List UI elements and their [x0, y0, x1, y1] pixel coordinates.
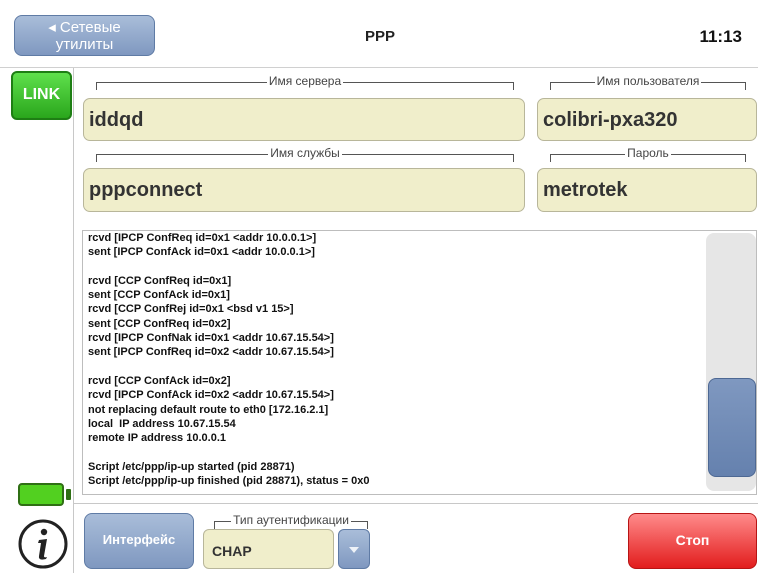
log-line: sent [CCP ConfAck id=0x1]	[88, 289, 230, 302]
log-line: sent [IPCP ConfReq id=0x2 <addr 10.67.15…	[88, 346, 334, 359]
back-button[interactable]: ◂ Сетевые утилиты	[14, 15, 155, 56]
service-name-label-frame: Имя службы	[96, 146, 514, 162]
server-name-label: Имя сервера	[266, 74, 344, 88]
log-line: rcvd [IPCP ConfReq id=0x1 <addr 10.0.0.1…	[88, 232, 317, 244]
service-name-input[interactable]: pppconnect	[83, 168, 525, 212]
auth-type-label: Тип аутентификации	[231, 513, 351, 527]
interface-button[interactable]: Интерфейс	[84, 513, 194, 569]
battery-icon	[18, 483, 64, 506]
auth-type-select[interactable]: CHAP	[203, 529, 334, 569]
user-name-label-frame: Имя пользователя	[550, 74, 746, 90]
password-label: Пароль	[625, 146, 671, 160]
log-line: Script /etc/ppp/ip-up finished (pid 2887…	[88, 475, 370, 488]
service-name-label: Имя службы	[268, 146, 342, 160]
log-scrollbar-thumb[interactable]	[708, 378, 756, 477]
stop-button[interactable]: Стоп	[628, 513, 757, 569]
log-lines: rcvd [IPCP ConfReq id=0x1 <addr 10.0.0.1…	[88, 231, 698, 488]
back-button-label-line1: ◂ Сетевые	[48, 19, 121, 36]
auth-type-dropdown-button[interactable]	[338, 529, 370, 569]
log-line: rcvd [IPCP ConfNak id=0x1 <addr 10.67.15…	[88, 332, 334, 345]
link-status-button[interactable]: LINK	[11, 71, 72, 120]
log-line: sent [CCP ConfReq id=0x2]	[88, 317, 231, 330]
user-name-input[interactable]: colibri-pxa320	[537, 98, 757, 141]
log-line: rcvd [CCP ConfReq id=0x1]	[88, 274, 232, 287]
log-line: Script /etc/ppp/ip-up started (pid 28871…	[88, 460, 295, 473]
user-name-label: Имя пользователя	[594, 74, 702, 88]
log-line: sent [IPCP ConfAck id=0x1 <addr 10.0.0.1…	[88, 246, 315, 259]
log-line: local IP address 10.67.15.54	[88, 417, 236, 430]
back-button-label-line2: утилиты	[55, 36, 114, 53]
page-title: PPP	[364, 28, 395, 45]
battery-tip	[66, 489, 71, 500]
password-input[interactable]: metrotek	[537, 168, 757, 212]
info-icon[interactable]	[17, 518, 69, 570]
bottom-divider	[74, 503, 758, 504]
server-name-label-frame: Имя сервера	[96, 74, 514, 90]
password-label-frame: Пароль	[550, 146, 746, 162]
log-line: rcvd [CCP ConfRej id=0x1 <bsd v1 15>]	[88, 303, 294, 316]
side-panel: LINK	[0, 68, 74, 573]
log-line: rcvd [IPCP ConfAck id=0x2 <addr 10.67.15…	[88, 389, 334, 402]
auth-type-label-frame: Тип аутентификации	[214, 513, 368, 529]
clock: 11:13	[699, 27, 742, 46]
chevron-down-icon	[349, 547, 359, 553]
header-bar: ◂ Сетевые утилиты PPP 11:13	[0, 0, 758, 68]
log-line: not replacing default route to eth0 [172…	[88, 403, 329, 416]
ppp-screen: ◂ Сетевые утилиты PPP 11:13 LINK Имя сер…	[0, 0, 758, 573]
log-panel[interactable]: rcvd [IPCP ConfReq id=0x1 <addr 10.0.0.1…	[82, 230, 757, 495]
log-line: rcvd [CCP ConfAck id=0x2]	[88, 374, 231, 387]
log-line: remote IP address 10.0.0.1	[88, 432, 226, 445]
server-name-input[interactable]: iddqd	[83, 98, 525, 141]
